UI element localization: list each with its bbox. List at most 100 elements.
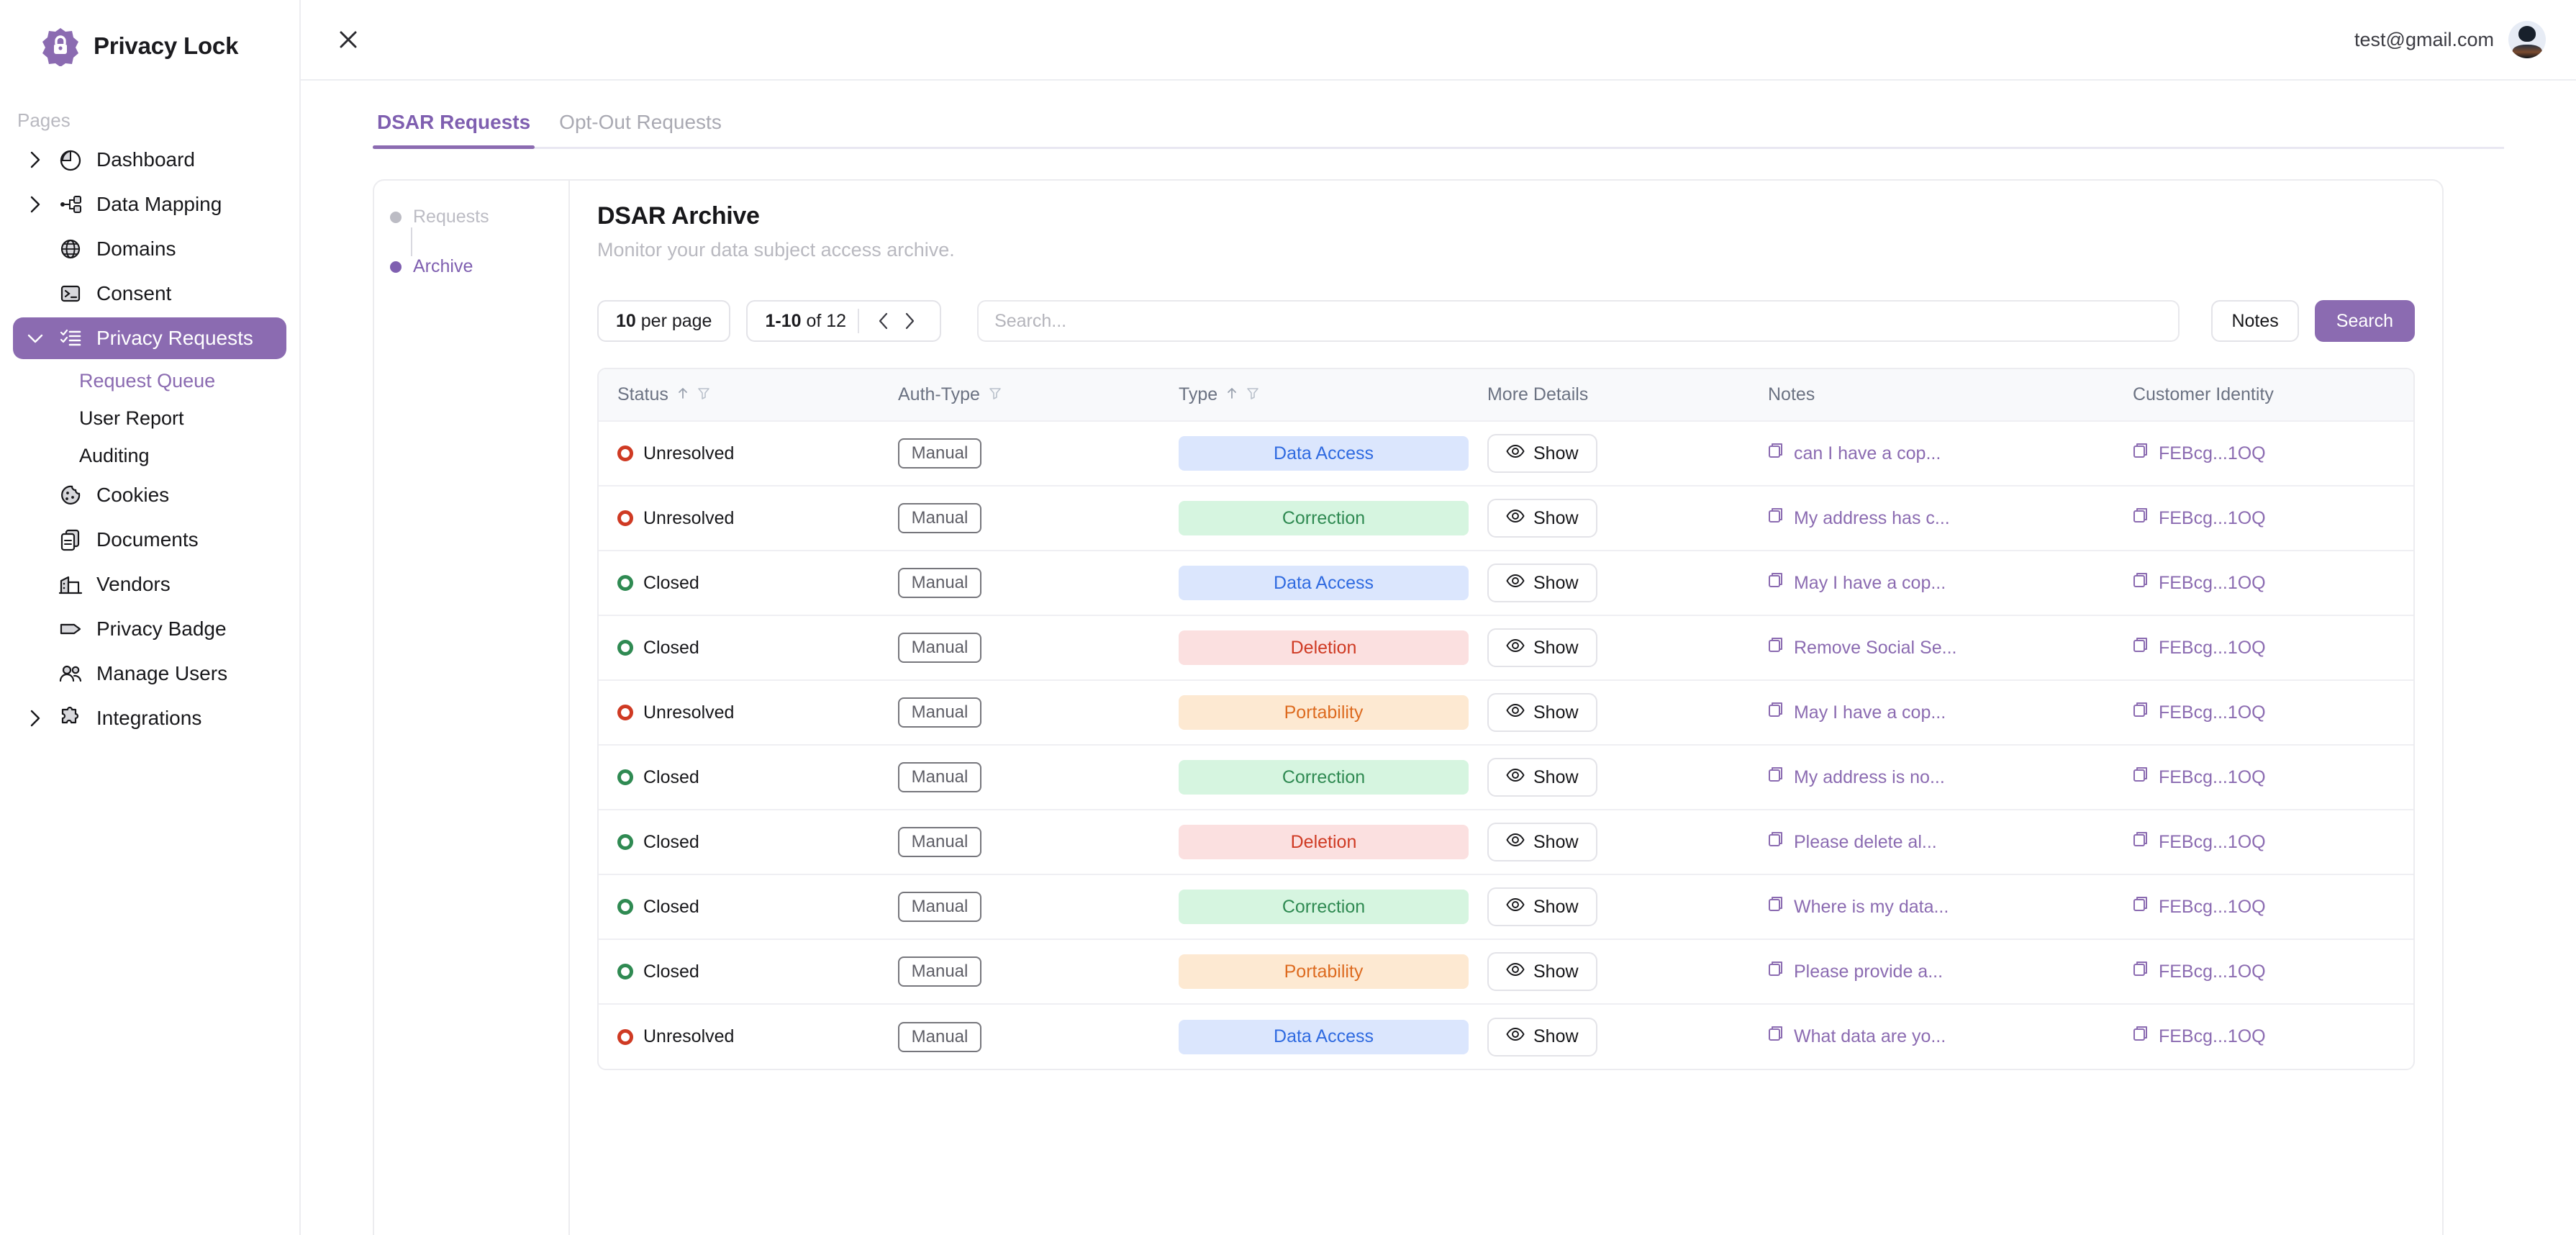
- note-link[interactable]: May I have a cop...: [1768, 701, 2114, 725]
- cell-auth-type: Manual: [879, 1003, 1160, 1069]
- user-menu[interactable]: test@gmail.com: [2354, 21, 2546, 58]
- filter-icon[interactable]: [989, 384, 1002, 405]
- sort-asc-icon[interactable]: [677, 384, 689, 405]
- tab-opt-out-requests[interactable]: Opt-Out Requests: [555, 111, 726, 147]
- note-link[interactable]: My address is no...: [1768, 766, 2114, 790]
- table-row[interactable]: Closed Manual Deletion Show Please delete al…: [599, 809, 2413, 874]
- identity-text: FEBcg...1OQ: [2158, 896, 2266, 917]
- cell-notes: Please delete al...: [1749, 809, 2114, 874]
- sidebar-item-domains[interactable]: Domains: [13, 228, 286, 270]
- sort-asc-icon[interactable]: [1226, 384, 1238, 405]
- sidebar-item-label: Data Mapping: [96, 193, 222, 215]
- per-page-selector[interactable]: 10 per page: [597, 300, 731, 342]
- note-link[interactable]: My address has c...: [1768, 507, 2114, 530]
- sidebar-item-documents[interactable]: Documents: [13, 519, 286, 561]
- sidebar-subitem-request-queue[interactable]: Request Queue: [13, 362, 286, 399]
- sidebar-item-data-mapping[interactable]: Data Mapping: [13, 184, 286, 225]
- col-status[interactable]: Status: [599, 369, 879, 421]
- copy-icon: [1768, 507, 1785, 530]
- note-link[interactable]: Please provide a...: [1768, 960, 2114, 984]
- show-button[interactable]: Show: [1487, 758, 1597, 797]
- sidebar-item-privacy-badge[interactable]: Privacy Badge: [13, 608, 286, 650]
- show-button[interactable]: Show: [1487, 952, 1597, 991]
- chevron-down-icon[interactable]: [26, 332, 45, 345]
- show-button[interactable]: Show: [1487, 693, 1597, 732]
- chevron-right-icon[interactable]: [26, 195, 45, 214]
- identity-link[interactable]: FEBcg...1OQ: [2133, 960, 2413, 984]
- cell-status: Unresolved: [599, 420, 879, 486]
- sidebar-item-cookies[interactable]: Cookies: [13, 474, 286, 516]
- filter-icon[interactable]: [697, 384, 710, 405]
- sidebar-item-manage-users[interactable]: Manage Users: [13, 653, 286, 695]
- sidebar-item-integrations[interactable]: Integrations: [13, 697, 286, 739]
- note-link[interactable]: What data are yo...: [1768, 1025, 2114, 1049]
- table-row[interactable]: Closed Manual Portability Show Please provid…: [599, 938, 2413, 1004]
- note-link[interactable]: Remove Social Se...: [1768, 636, 2114, 660]
- identity-link[interactable]: FEBcg...1OQ: [2133, 831, 2413, 854]
- show-button[interactable]: Show: [1487, 499, 1597, 538]
- search-button[interactable]: Search: [2314, 300, 2415, 342]
- identity-link[interactable]: FEBcg...1OQ: [2133, 766, 2413, 790]
- chevron-left-icon[interactable]: [871, 312, 897, 330]
- sidebar-subitem-auditing[interactable]: Auditing: [13, 437, 286, 474]
- sidebar-item-consent[interactable]: Consent: [13, 273, 286, 315]
- show-button[interactable]: Show: [1487, 564, 1597, 602]
- pagination-control: 1-10 of 12: [746, 300, 942, 342]
- show-button[interactable]: Show: [1487, 887, 1597, 926]
- identity-link[interactable]: FEBcg...1OQ: [2133, 442, 2413, 466]
- note-link[interactable]: May I have a cop...: [1768, 571, 2114, 595]
- identity-link[interactable]: FEBcg...1OQ: [2133, 701, 2413, 725]
- chevron-right-icon[interactable]: [26, 709, 45, 728]
- table-row[interactable]: Closed Manual Deletion Show Remove Social Se…: [599, 615, 2413, 680]
- auth-type-chip: Manual: [898, 762, 981, 792]
- status-label: Unresolved: [643, 702, 735, 723]
- col-auth-type[interactable]: Auth-Type: [879, 369, 1160, 421]
- table-row[interactable]: Closed Manual Correction Show Where is my da…: [599, 874, 2413, 939]
- table-row[interactable]: Unresolved Manual Correction Show My address…: [599, 485, 2413, 551]
- cell-notes: May I have a cop...: [1749, 550, 2114, 615]
- show-label: Show: [1533, 702, 1579, 723]
- notes-button[interactable]: Notes: [2211, 300, 2299, 342]
- table-row[interactable]: Unresolved Manual Data Access Show can I hav…: [599, 420, 2413, 486]
- sidebar-item-label: Cookies: [96, 484, 170, 506]
- note-link[interactable]: Where is my data...: [1768, 895, 2114, 919]
- note-link[interactable]: can I have a cop...: [1768, 442, 2114, 466]
- tab-dsar-requests[interactable]: DSAR Requests: [373, 111, 535, 149]
- step-archive[interactable]: Archive: [390, 256, 568, 277]
- sidebar-item-dashboard[interactable]: Dashboard: [13, 139, 286, 181]
- table-row[interactable]: Unresolved Manual Data Access Show What data…: [599, 1003, 2413, 1069]
- avatar[interactable]: [2508, 21, 2546, 58]
- sidebar-item-vendors[interactable]: Vendors: [13, 564, 286, 605]
- show-button[interactable]: Show: [1487, 823, 1597, 861]
- search-field[interactable]: [977, 300, 2180, 342]
- show-button[interactable]: Show: [1487, 1017, 1597, 1057]
- table-row[interactable]: Unresolved Manual Portability Show May I hav…: [599, 679, 2413, 745]
- step-connector: [411, 227, 412, 256]
- identity-link[interactable]: FEBcg...1OQ: [2133, 507, 2413, 530]
- identity-link[interactable]: FEBcg...1OQ: [2133, 636, 2413, 660]
- identity-link[interactable]: FEBcg...1OQ: [2133, 571, 2413, 595]
- col-type[interactable]: Type: [1160, 369, 1469, 421]
- identity-link[interactable]: FEBcg...1OQ: [2133, 1025, 2413, 1049]
- chevron-right-icon[interactable]: [26, 150, 45, 169]
- note-link[interactable]: Please delete al...: [1768, 831, 2114, 854]
- show-button[interactable]: Show: [1487, 434, 1597, 473]
- filter-icon[interactable]: [1246, 384, 1259, 405]
- table-row[interactable]: Closed Manual Data Access Show May I have a …: [599, 550, 2413, 615]
- cell-auth-type: Manual: [879, 550, 1160, 615]
- sidebar-subitem-user-report[interactable]: User Report: [13, 399, 286, 437]
- chevron-right-icon[interactable]: [897, 312, 922, 330]
- cell-notes: Remove Social Se...: [1749, 615, 2114, 680]
- type-badge: Data Access: [1179, 436, 1469, 471]
- search-input[interactable]: [994, 310, 2163, 332]
- checklist-icon: [56, 326, 85, 350]
- note-text: May I have a cop...: [1793, 702, 1946, 723]
- show-button[interactable]: Show: [1487, 628, 1597, 667]
- sidebar-item-privacy-requests[interactable]: Privacy Requests: [13, 317, 286, 359]
- cell-customer-identity: FEBcg...1OQ: [2113, 744, 2413, 810]
- identity-link[interactable]: FEBcg...1OQ: [2133, 895, 2413, 919]
- close-icon[interactable]: [330, 21, 367, 58]
- step-requests[interactable]: Requests: [390, 207, 568, 227]
- table-row[interactable]: Closed Manual Correction Show My address is …: [599, 744, 2413, 810]
- pie-chart-icon: [56, 148, 85, 172]
